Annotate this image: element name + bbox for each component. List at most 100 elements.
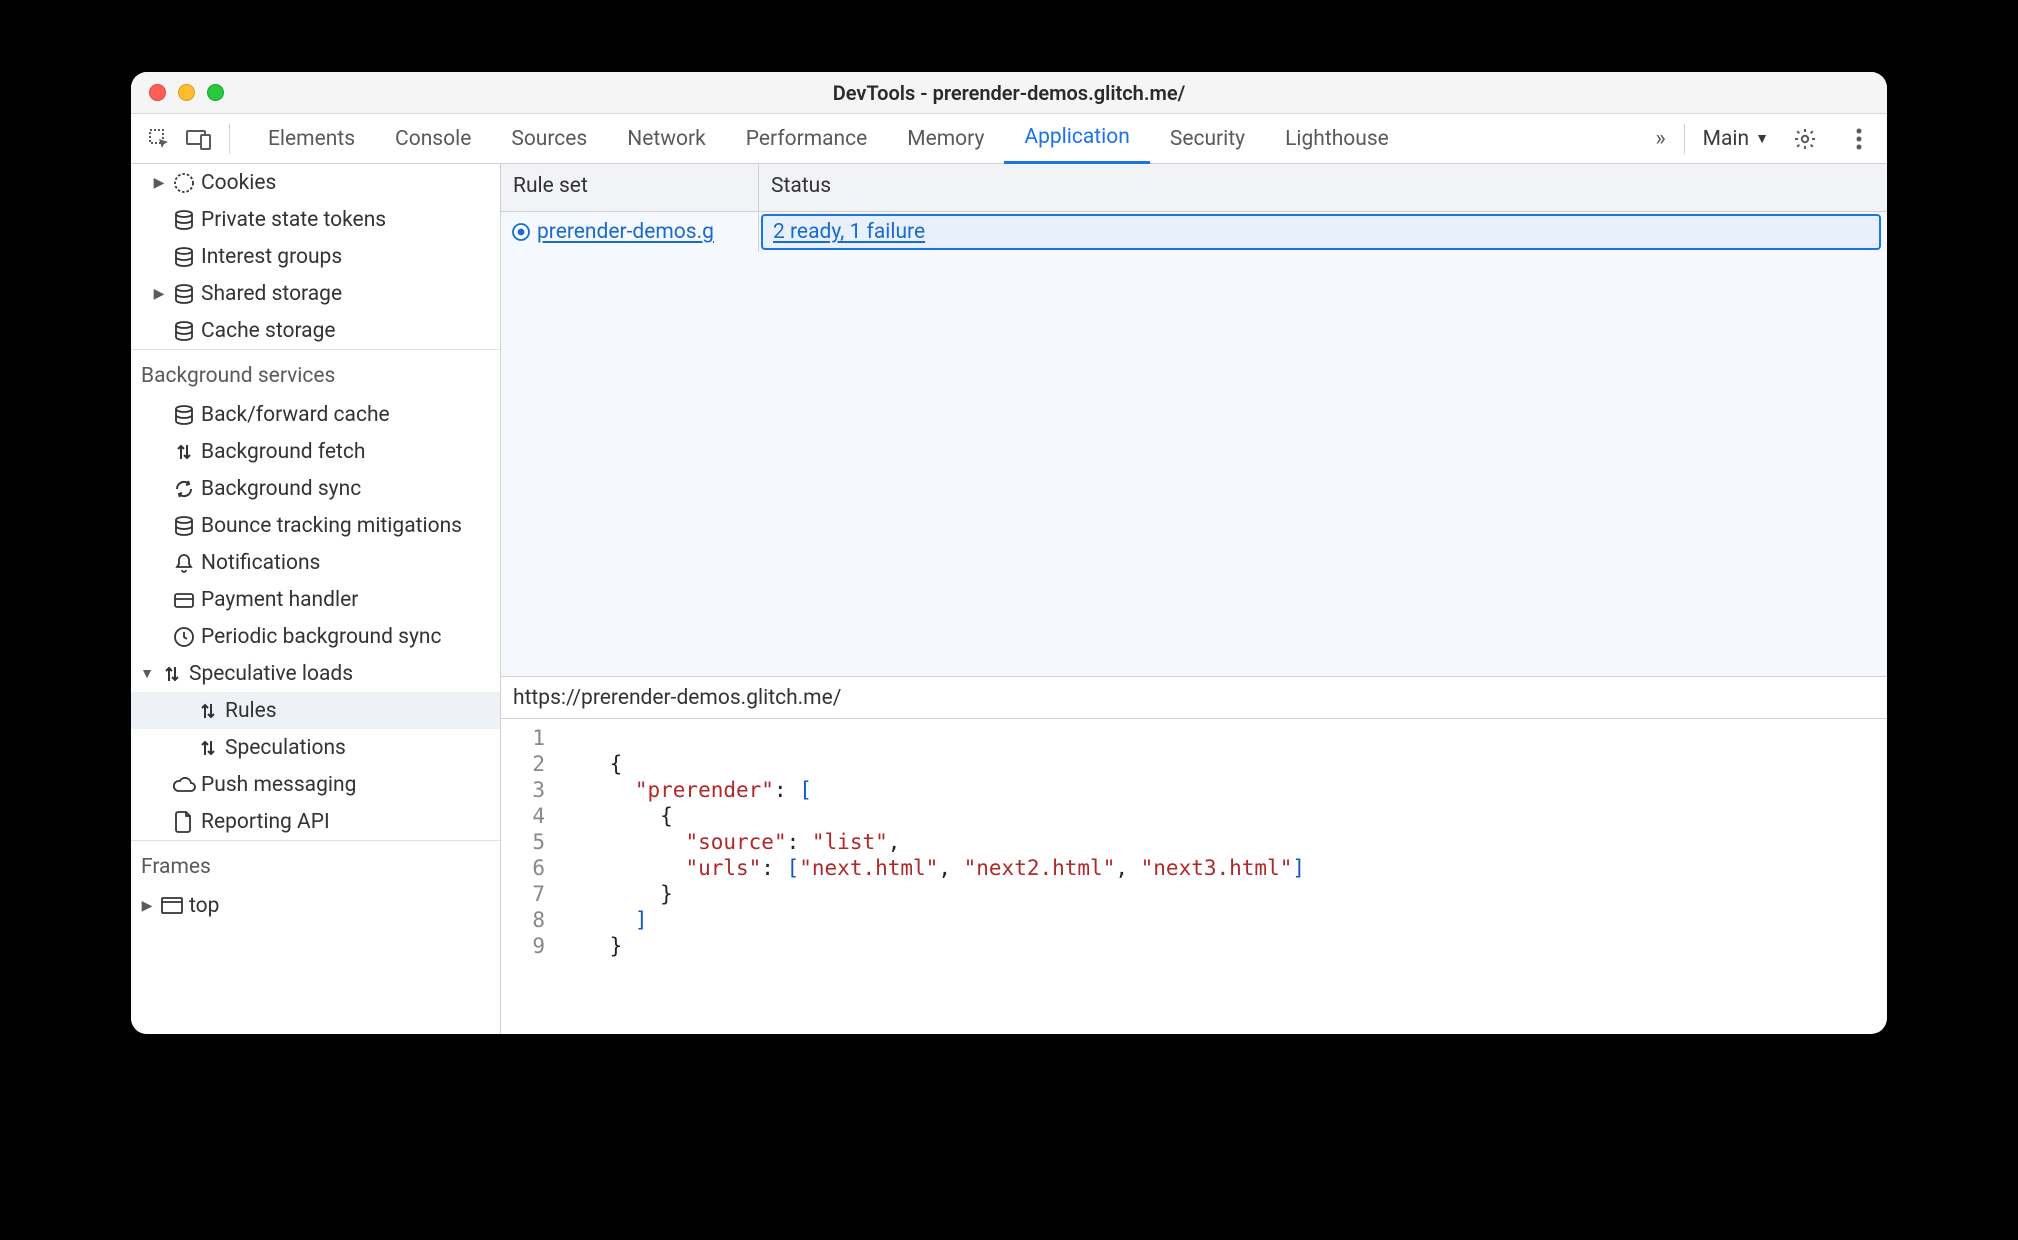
- frame-icon: [157, 896, 187, 916]
- maximize-window-button[interactable]: [207, 84, 224, 101]
- sidebar-item-label: Bounce tracking mitigations: [199, 514, 462, 538]
- expand-arrow-icon: ▶: [137, 898, 157, 914]
- tab-sources[interactable]: Sources: [491, 114, 607, 164]
- tab-elements[interactable]: Elements: [248, 114, 375, 164]
- sidebar-item-push-messaging[interactable]: Push messaging: [131, 766, 500, 803]
- ruleset-grid-body: prerender-demos.g 2 ready, 1 failure: [501, 212, 1887, 677]
- inspect-element-icon[interactable]: [141, 121, 177, 157]
- sidebar-item-speculative-loads[interactable]: ▼ Speculative loads: [131, 655, 500, 692]
- code-content: { "prerender": [ { "source": "list", "ur…: [559, 725, 1305, 1034]
- titlebar: DevTools - prerender-demos.glitch.me/: [131, 72, 1887, 114]
- sidebar-item-background-sync[interactable]: Background sync: [131, 470, 500, 507]
- sidebar-item-label: Speculative loads: [187, 662, 353, 686]
- ruleset-link[interactable]: prerender-demos.g: [537, 220, 714, 244]
- close-window-button[interactable]: [149, 84, 166, 101]
- sidebar-item-cache-storage[interactable]: Cache storage: [131, 312, 500, 349]
- sidebar-item-private-state-tokens[interactable]: Private state tokens: [131, 201, 500, 238]
- chevron-down-icon: ▼: [1755, 130, 1769, 147]
- tab-memory[interactable]: Memory: [887, 114, 1004, 164]
- column-header-ruleset[interactable]: Rule set: [501, 164, 759, 211]
- minimize-window-button[interactable]: [178, 84, 195, 101]
- credit-card-icon: [169, 589, 199, 611]
- ruleset-grid-header: Rule set Status: [501, 164, 1887, 212]
- status-cell: 2 ready, 1 failure: [759, 212, 1887, 252]
- sidebar-item-shared-storage[interactable]: ▶ Shared storage: [131, 275, 500, 312]
- expand-arrow-icon: ▶: [149, 286, 169, 302]
- sidebar-item-rules[interactable]: Rules: [131, 692, 500, 729]
- panel-tabs: Elements Console Sources Network Perform…: [248, 114, 1409, 164]
- line-numbers: 1 2 3 4 5 6 7 8 9: [501, 725, 559, 1034]
- tab-console[interactable]: Console: [375, 114, 491, 164]
- database-icon: [169, 209, 199, 231]
- ruleset-row[interactable]: prerender-demos.g 2 ready, 1 failure: [501, 212, 1887, 252]
- sidebar-item-label: top: [187, 894, 219, 918]
- document-icon: [169, 810, 199, 834]
- column-header-status[interactable]: Status: [759, 164, 1887, 211]
- more-menu-icon[interactable]: [1841, 121, 1877, 157]
- section-header-frames: Frames: [131, 840, 500, 887]
- application-sidebar: ▶ Cookies Private state tokens Interest …: [131, 164, 501, 1034]
- cookie-icon: [169, 172, 199, 194]
- bell-icon: [169, 552, 199, 574]
- device-toggle-icon[interactable]: [181, 121, 217, 157]
- tab-network[interactable]: Network: [607, 114, 726, 164]
- sidebar-item-label: Back/forward cache: [199, 403, 390, 427]
- sidebar-item-label: Cache storage: [199, 319, 336, 343]
- sidebar-item-label: Periodic background sync: [199, 625, 442, 649]
- database-icon: [169, 320, 199, 342]
- settings-gear-icon[interactable]: [1787, 121, 1823, 157]
- target-label: Main: [1703, 127, 1749, 151]
- updown-arrows-icon: [193, 737, 223, 759]
- sidebar-item-background-fetch[interactable]: Background fetch: [131, 433, 500, 470]
- tabs-overflow-button[interactable]: »: [1655, 126, 1665, 151]
- code-view[interactable]: 1 2 3 4 5 6 7 8 9 { "prerender": [ { "so…: [501, 719, 1887, 1034]
- tab-performance[interactable]: Performance: [726, 114, 887, 164]
- tab-lighthouse[interactable]: Lighthouse: [1265, 114, 1409, 164]
- section-header-background-services: Background services: [131, 349, 500, 396]
- window-title: DevTools - prerender-demos.glitch.me/: [149, 81, 1869, 105]
- cloud-icon: [169, 774, 199, 796]
- sidebar-item-frame-top[interactable]: ▶ top: [131, 887, 500, 924]
- ruleset-cell: prerender-demos.g: [501, 212, 759, 252]
- sidebar-item-speculations[interactable]: Speculations: [131, 729, 500, 766]
- sidebar-item-reporting-api[interactable]: Reporting API: [131, 803, 500, 840]
- sidebar-item-cookies[interactable]: ▶ Cookies: [131, 164, 500, 201]
- database-icon: [169, 283, 199, 305]
- status-link[interactable]: 2 ready, 1 failure: [761, 214, 1881, 250]
- sidebar-item-label: Private state tokens: [199, 208, 386, 232]
- sidebar-item-notifications[interactable]: Notifications: [131, 544, 500, 581]
- database-icon: [169, 404, 199, 426]
- sidebar-item-bounce-tracking[interactable]: Bounce tracking mitigations: [131, 507, 500, 544]
- sidebar-item-label: Cookies: [199, 171, 276, 195]
- sidebar-item-payment-handler[interactable]: Payment handler: [131, 581, 500, 618]
- sidebar-item-label: Background sync: [199, 477, 361, 501]
- traffic-lights: [149, 84, 224, 101]
- sidebar-item-label: Rules: [223, 699, 277, 723]
- updown-arrows-icon: [157, 663, 187, 685]
- sidebar-item-label: Shared storage: [199, 282, 342, 306]
- status-dot-icon: [511, 222, 531, 242]
- main-panel: Rule set Status prerender-demos.g 2 read…: [501, 164, 1887, 1034]
- sidebar-item-label: Background fetch: [199, 440, 365, 464]
- clock-icon: [169, 626, 199, 648]
- sidebar-item-interest-groups[interactable]: Interest groups: [131, 238, 500, 275]
- divider: [1684, 124, 1685, 154]
- target-select[interactable]: Main ▼: [1703, 127, 1769, 151]
- sidebar-item-label: Push messaging: [199, 773, 356, 797]
- detail-url: https://prerender-demos.glitch.me/: [501, 677, 1887, 719]
- sidebar-item-label: Notifications: [199, 551, 320, 575]
- tab-security[interactable]: Security: [1150, 114, 1265, 164]
- sidebar-item-periodic-sync[interactable]: Periodic background sync: [131, 618, 500, 655]
- sidebar-item-label: Speculations: [223, 736, 346, 760]
- sidebar-item-label: Reporting API: [199, 810, 330, 834]
- database-icon: [169, 515, 199, 537]
- collapse-arrow-icon: ▼: [137, 665, 157, 682]
- sidebar-item-back-forward-cache[interactable]: Back/forward cache: [131, 396, 500, 433]
- main-toolbar: Elements Console Sources Network Perform…: [131, 114, 1887, 164]
- database-icon: [169, 246, 199, 268]
- expand-arrow-icon: ▶: [149, 175, 169, 191]
- updown-arrows-icon: [169, 441, 199, 463]
- sidebar-item-label: Payment handler: [199, 588, 358, 612]
- sidebar-item-label: Interest groups: [199, 245, 342, 269]
- tab-application[interactable]: Application: [1004, 114, 1149, 164]
